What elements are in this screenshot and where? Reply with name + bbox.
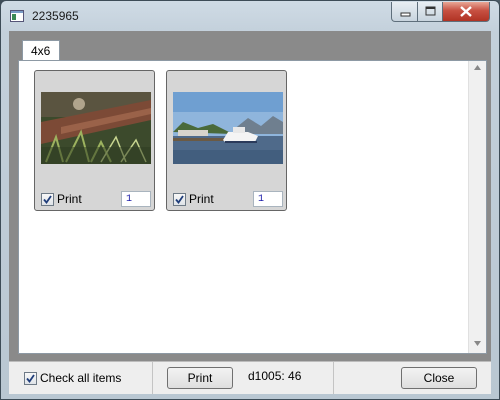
quantity-input[interactable]: 1 bbox=[253, 191, 283, 207]
tab-panel: Print 1 Print 1 bbox=[18, 60, 487, 354]
minimize-button[interactable] bbox=[391, 2, 419, 22]
client-area: 4x6 Print 1 Print 1 bbox=[9, 31, 491, 361]
close-icon bbox=[460, 6, 472, 17]
checkmark-icon bbox=[26, 374, 35, 383]
divider bbox=[333, 362, 334, 394]
status-text: d1005: 46 bbox=[248, 369, 302, 383]
harbor-boat-photo bbox=[173, 92, 283, 164]
print-label: Print bbox=[57, 192, 82, 206]
tab-4x6[interactable]: 4x6 bbox=[22, 40, 60, 61]
print-button[interactable]: Print bbox=[167, 367, 233, 389]
scroll-up-arrow-icon[interactable] bbox=[474, 65, 481, 70]
app-window: 2235965 4x6 Print 1 Print 1 Check all it… bbox=[0, 0, 500, 400]
footer-bar: Check all items Print d1005: 46 Close bbox=[9, 361, 491, 394]
check-all-label[interactable]: Check all items bbox=[40, 371, 121, 385]
print-checkbox[interactable] bbox=[173, 193, 186, 206]
tab-label: 4x6 bbox=[31, 44, 51, 58]
close-button[interactable]: Close bbox=[401, 367, 477, 389]
photo-card: Print 1 bbox=[166, 70, 287, 211]
close-window-button[interactable] bbox=[442, 2, 490, 22]
window-app-icon bbox=[10, 10, 24, 22]
print-label: Print bbox=[189, 192, 214, 206]
window-title: 2235965 bbox=[32, 9, 79, 23]
forest-floor-photo bbox=[41, 92, 151, 164]
vertical-scrollbar[interactable] bbox=[468, 61, 486, 353]
scroll-down-arrow-icon[interactable] bbox=[474, 341, 481, 346]
photo-card: Print 1 bbox=[34, 70, 155, 211]
title-bar[interactable]: 2235965 bbox=[1, 1, 499, 31]
minimize-icon bbox=[400, 12, 411, 17]
check-all-checkbox[interactable] bbox=[24, 372, 37, 385]
maximize-button[interactable] bbox=[417, 2, 444, 22]
quantity-input[interactable]: 1 bbox=[121, 191, 151, 207]
divider bbox=[152, 362, 153, 394]
maximize-icon bbox=[425, 6, 436, 16]
print-checkbox[interactable] bbox=[41, 193, 54, 206]
checkmark-icon bbox=[175, 195, 184, 204]
checkmark-icon bbox=[43, 195, 52, 204]
